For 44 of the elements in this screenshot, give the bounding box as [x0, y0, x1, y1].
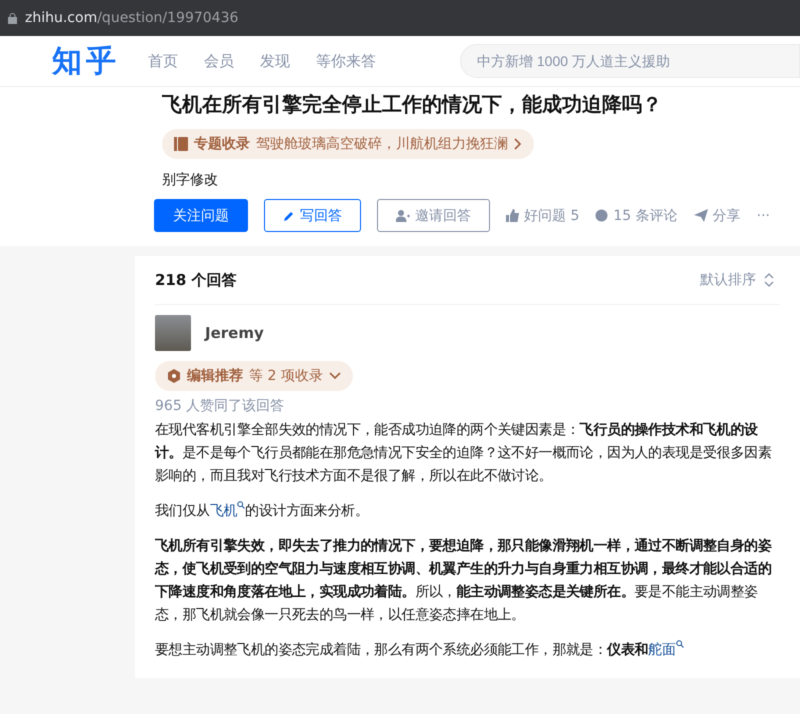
- tag-label: 专题收录: [194, 135, 250, 153]
- pencil-icon: [283, 210, 295, 222]
- nav-link[interactable]: 发现: [260, 52, 290, 70]
- answer-paragraph: 要想主动调整飞机的姿态完成着陆，那么有两个系统必须能工作，那就是：仪表和舵面: [155, 639, 780, 662]
- search-field[interactable]: 中方新增 1000 万人道主义援助: [460, 44, 800, 78]
- avatar-photo-placeholder[interactable]: [155, 315, 191, 351]
- collection-badge[interactable]: 编辑推荐 等 2 项收录: [155, 361, 353, 391]
- keyword-link[interactable]: 舵面: [648, 642, 684, 658]
- topic-tag[interactable]: 专题收录 驾驶舱玻璃高空破碎，川航机组力挽狂澜: [162, 129, 534, 159]
- author-name[interactable]: Jeremy: [205, 324, 264, 342]
- write-answer-button[interactable]: 写回答: [264, 199, 361, 232]
- invite-button[interactable]: 邀请回答: [377, 199, 490, 232]
- sort-button[interactable]: 默认排序: [694, 270, 780, 290]
- edit-note[interactable]: 别字修改: [162, 171, 800, 189]
- site-logo[interactable]: 知乎: [52, 40, 120, 82]
- follow-button[interactable]: 关注问题: [154, 199, 248, 232]
- search-icon: [676, 640, 684, 648]
- add-person-icon: [396, 209, 410, 222]
- send-icon: [694, 209, 708, 222]
- nav-link[interactable]: 会员: [204, 52, 234, 70]
- lock-icon: [8, 12, 17, 24]
- answer-paragraph: 在现代客机引擎全部失效的情况下，能否成功迫降的两个关键因素是：飞行员的操作技术和飞机的设计。是不是每个飞行员都能在那危急情况下安全的迫降？这不好一概而论，因为人的表现是受很多因素影响的，而且我对飞行技术方面不是很了解，所以在此不做讨论。: [155, 421, 773, 486]
- more-button[interactable]: ···: [756, 208, 770, 224]
- answer-paragraph: 飞机所有引擎失效，即失去了推力的情况下，要想迫降，那只能像滑翔机一样，通过不断调整自身的姿态，使飞机受到的空气阻力与速度相互协调、机翼产生的升力与自身重力相互协调，最终才能以合适的下降速度和角度落在地上，实现成功着陆。所以，能主动调整姿态是关键所在。要是不能主动调整姿态，那飞机就会像一只死去的鸟一样，以任意姿态摔在地上。: [155, 537, 773, 625]
- share-button[interactable]: 分享: [694, 206, 741, 224]
- answer-count: 218 个回答: [155, 270, 237, 290]
- chevron-down-icon: [328, 372, 341, 380]
- keyword-link[interactable]: 飞机: [210, 503, 246, 519]
- sort-arrows-icon: [764, 273, 774, 287]
- nav-link[interactable]: 等你来答: [316, 52, 376, 70]
- search-icon: [237, 501, 246, 510]
- question-title: 飞机在所有引擎完全停止工作的情况下，能成功迫降吗？: [161, 91, 663, 118]
- hexagon-star-icon: [167, 369, 181, 383]
- vote-count: 965 人赞同了该回答: [155, 397, 286, 415]
- comment-button[interactable]: 15 条评论: [595, 206, 678, 224]
- comment-icon: [595, 209, 608, 222]
- answer-paragraph: 我们仅从飞机 的设计方面来分析。: [155, 500, 370, 521]
- chevron-right-icon: [514, 138, 522, 150]
- tag-text: 驾驶舱玻璃高空破碎，川航机组力挽狂澜: [256, 135, 508, 153]
- like-button[interactable]: 好问题 5: [506, 206, 580, 224]
- nav-link[interactable]: 首页: [148, 52, 178, 70]
- address-bar-url[interactable]: zhihu.com/question/19970436: [25, 10, 238, 26]
- book-icon: [174, 137, 188, 151]
- thumbs-up-icon: [506, 209, 519, 222]
